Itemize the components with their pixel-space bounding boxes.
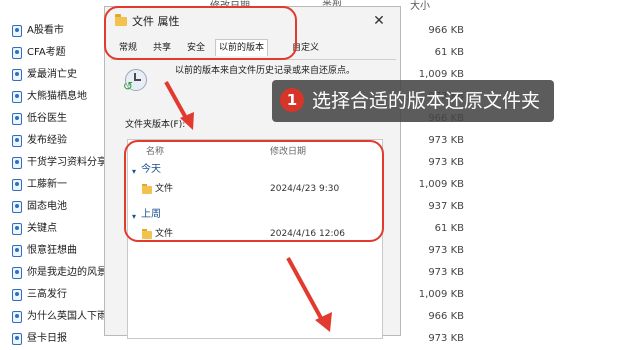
file-name: 低谷医生 [27, 113, 67, 124]
file-size: 973 KB [428, 333, 464, 344]
step-number-badge: 1 [280, 88, 304, 112]
document-icon [12, 157, 22, 169]
document-icon [12, 113, 22, 125]
file-size: 966 KB [428, 25, 464, 36]
callout-text: 选择合适的版本还原文件夹 [312, 90, 541, 112]
file-name: 你是我走边的风景 [27, 267, 107, 278]
file-name: 干货学习资料分享 [27, 157, 107, 168]
document-icon [12, 289, 22, 301]
file-name: 昼卡日报 [27, 333, 67, 344]
file-name: 爱最消亡史 [27, 69, 77, 80]
document-icon [12, 267, 22, 279]
document-icon [12, 47, 22, 59]
file-name: 大熊猫栖息地 [27, 91, 87, 102]
callout-banner: 1 选择合适的版本还原文件夹 [272, 80, 554, 122]
file-name: 发布经验 [27, 135, 67, 146]
file-name: 三高发行 [27, 289, 67, 300]
document-icon [12, 179, 22, 191]
file-name: CFA考题 [27, 47, 66, 58]
file-size: 973 KB [428, 157, 464, 168]
document-icon [12, 245, 22, 257]
close-icon[interactable]: ✕ [372, 13, 386, 29]
document-icon [12, 91, 22, 103]
document-icon [12, 201, 22, 213]
document-icon [12, 69, 22, 81]
document-icon [12, 311, 22, 323]
file-size: 1,009 KB [418, 179, 464, 190]
document-icon [12, 25, 22, 37]
document-icon [12, 223, 22, 235]
highlight-outline-versions [124, 140, 384, 242]
file-name: 工藤新一 [27, 179, 67, 190]
column-header-size[interactable]: 大小 [410, 0, 430, 14]
file-name: 固态电池 [27, 201, 67, 212]
file-size: 1,009 KB [418, 289, 464, 300]
file-size: 973 KB [428, 245, 464, 256]
restore-arrow-icon: ↺ [123, 79, 134, 93]
highlight-outline-tabs [104, 6, 297, 60]
file-size: 973 KB [428, 267, 464, 278]
file-size: 61 KB [434, 223, 464, 234]
document-icon [12, 135, 22, 147]
file-name: 关键点 [27, 223, 57, 234]
file-size: 937 KB [428, 201, 464, 212]
versions-description: 以前的版本来自文件历史记录或来自还原点。 [175, 66, 356, 76]
document-icon [12, 333, 22, 345]
file-name: A股看市 [27, 25, 64, 36]
file-size: 966 KB [428, 311, 464, 322]
file-name: 恨意狂想曲 [27, 245, 77, 256]
versions-label: 文件夹版本(F): [125, 120, 186, 130]
file-size: 61 KB [434, 47, 464, 58]
file-size: 973 KB [428, 135, 464, 146]
